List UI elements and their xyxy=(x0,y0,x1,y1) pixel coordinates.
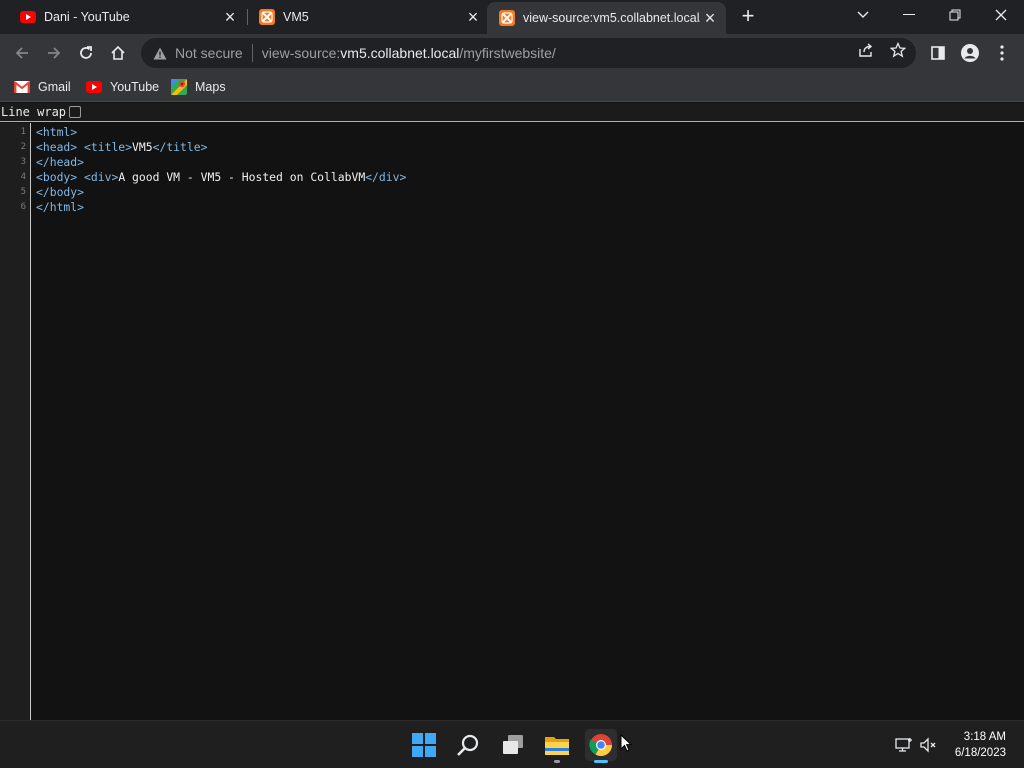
html-tag-token: </div> xyxy=(365,170,407,184)
line-wrap-checkbox[interactable] xyxy=(69,106,82,118)
tab-title: view-source:vm5.collabnet.local/m xyxy=(523,11,700,25)
maps-icon xyxy=(171,79,187,95)
file-explorer-icon[interactable] xyxy=(541,729,573,763)
bookmark-label: Maps xyxy=(195,80,226,94)
line-number: 6 xyxy=(20,202,26,212)
clock-date: 6/18/2023 xyxy=(954,747,1006,759)
chrome-icon[interactable] xyxy=(585,729,617,763)
html-tag-token: <div> xyxy=(84,170,119,184)
url-text[interactable]: view-source:vm5.collabnet.local/myfirstw… xyxy=(262,45,556,61)
close-tab-icon[interactable]: × xyxy=(220,7,240,27)
close-tab-icon[interactable]: × xyxy=(700,8,720,28)
line-number: 5 xyxy=(20,187,26,197)
gmail-icon xyxy=(14,79,30,95)
close-window-button[interactable] xyxy=(979,0,1023,30)
share-icon[interactable] xyxy=(857,41,875,59)
html-tag-token: </body> xyxy=(36,185,85,199)
start-icon[interactable] xyxy=(408,729,440,761)
warning-icon[interactable] xyxy=(151,44,169,62)
text-token: A good VM - VM5 - Hosted on CollabVM xyxy=(118,170,366,184)
back-button[interactable] xyxy=(8,39,36,67)
source-lines: 1 <html> 2 <head> <title>VM5</title> 3 </head… xyxy=(0,125,1024,215)
browser-toolbar: Not secure view-source:vm5.collabnet.loc… xyxy=(0,34,1024,72)
bookmark-youtube[interactable]: YouTube xyxy=(86,77,159,97)
bookmark-star-icon[interactable] xyxy=(889,41,907,59)
html-tag-token: <html> xyxy=(36,125,78,139)
html-tag-token: <title> xyxy=(84,140,133,154)
line-wrap-bar: Line wrap xyxy=(0,103,1024,122)
bookmarks-bar: Gmail YouTube Maps xyxy=(0,72,1024,102)
line-number: 3 xyxy=(20,157,26,167)
source-viewer: 1 <html> 2 <head> <title>VM5</title> 3 </head… xyxy=(0,123,1024,720)
running-indicator xyxy=(554,760,560,763)
line-code: <body> <div>A good VM - VM5 - Hosted on … xyxy=(36,170,406,185)
tab-view-source[interactable]: view-source:vm5.collabnet.local/m × xyxy=(487,2,726,34)
address-bar[interactable]: Not secure view-source:vm5.collabnet.loc… xyxy=(141,38,916,68)
line-code: </head> xyxy=(36,155,84,170)
line-number: 2 xyxy=(20,142,26,152)
address-divider xyxy=(251,44,253,62)
bookmark-label: YouTube xyxy=(110,80,160,94)
system-clock[interactable]: 3:18 AM 6/18/2023 xyxy=(955,729,1006,761)
html-tag-token: </title> xyxy=(152,140,208,154)
html-tag-token: <body> xyxy=(36,170,78,184)
task-view-icon[interactable] xyxy=(497,729,529,761)
youtube-icon xyxy=(86,79,102,95)
source-line: 3 </head> xyxy=(0,155,1024,170)
clock-time: 3:18 AM xyxy=(963,731,1006,743)
bookmark-gmail[interactable]: Gmail xyxy=(14,77,71,97)
active-indicator xyxy=(594,760,608,763)
taskbar: 3:18 AM 6/18/2023 xyxy=(0,720,1024,768)
close-tab-icon[interactable]: × xyxy=(463,7,483,27)
search-icon[interactable] xyxy=(452,729,484,761)
reload-button[interactable] xyxy=(72,39,100,67)
new-tab-button[interactable]: + xyxy=(736,5,760,29)
security-label[interactable]: Not secure xyxy=(175,45,243,61)
html-tag-token: </head> xyxy=(36,155,85,169)
line-code: <html> xyxy=(36,125,77,140)
profile-icon[interactable] xyxy=(956,39,984,67)
line-code: <head> <title>VM5</title> xyxy=(36,140,207,155)
html-tag-token: </html> xyxy=(36,200,85,214)
html-tag-token: <head> xyxy=(36,140,78,154)
side-panel-icon[interactable] xyxy=(924,39,952,67)
youtube-icon xyxy=(20,9,36,25)
network-icon[interactable] xyxy=(894,735,914,755)
text-token: VM5 xyxy=(132,140,153,154)
line-wrap-label: Line wrap xyxy=(1,105,67,119)
source-line: 6 </html> xyxy=(0,200,1024,215)
minimize-button[interactable] xyxy=(887,0,931,30)
source-line: 1 <html> xyxy=(0,125,1024,140)
url-prefix: view-source: xyxy=(261,45,341,61)
line-number: 1 xyxy=(20,127,26,137)
line-code: </html> xyxy=(36,200,84,215)
menu-kebab-icon[interactable] xyxy=(988,39,1016,67)
bookmark-label: Gmail xyxy=(38,80,71,94)
tab-youtube[interactable]: Dani - YouTube × xyxy=(0,0,246,34)
line-code: </body> xyxy=(36,185,84,200)
source-line: 2 <head> <title>VM5</title> xyxy=(0,140,1024,155)
xampp-icon xyxy=(499,10,515,26)
tab-vm5[interactable]: VM5 × xyxy=(239,0,489,34)
tab-title: VM5 xyxy=(283,10,309,24)
forward-button[interactable] xyxy=(40,39,68,67)
url-host: vm5.collabnet.local xyxy=(340,45,460,61)
url-path: /myfirstwebsite/ xyxy=(459,45,556,61)
restore-button[interactable] xyxy=(933,0,977,30)
line-number: 4 xyxy=(20,172,26,182)
source-line: 5 </body> xyxy=(0,185,1024,200)
bookmark-maps[interactable]: Maps xyxy=(171,77,226,97)
tab-title: Dani - YouTube xyxy=(44,10,130,24)
volume-muted-icon[interactable] xyxy=(919,735,939,755)
source-line: 4 <body> <div>A good VM - VM5 - Hosted on… xyxy=(0,170,1024,185)
mouse-cursor-icon xyxy=(620,733,633,757)
tab-search-chevron-icon[interactable] xyxy=(841,0,885,30)
xampp-icon xyxy=(259,9,275,25)
home-button[interactable] xyxy=(104,39,132,67)
tab-strip: Dani - YouTube × VM5 × view-source:vm5.c… xyxy=(0,0,1024,34)
